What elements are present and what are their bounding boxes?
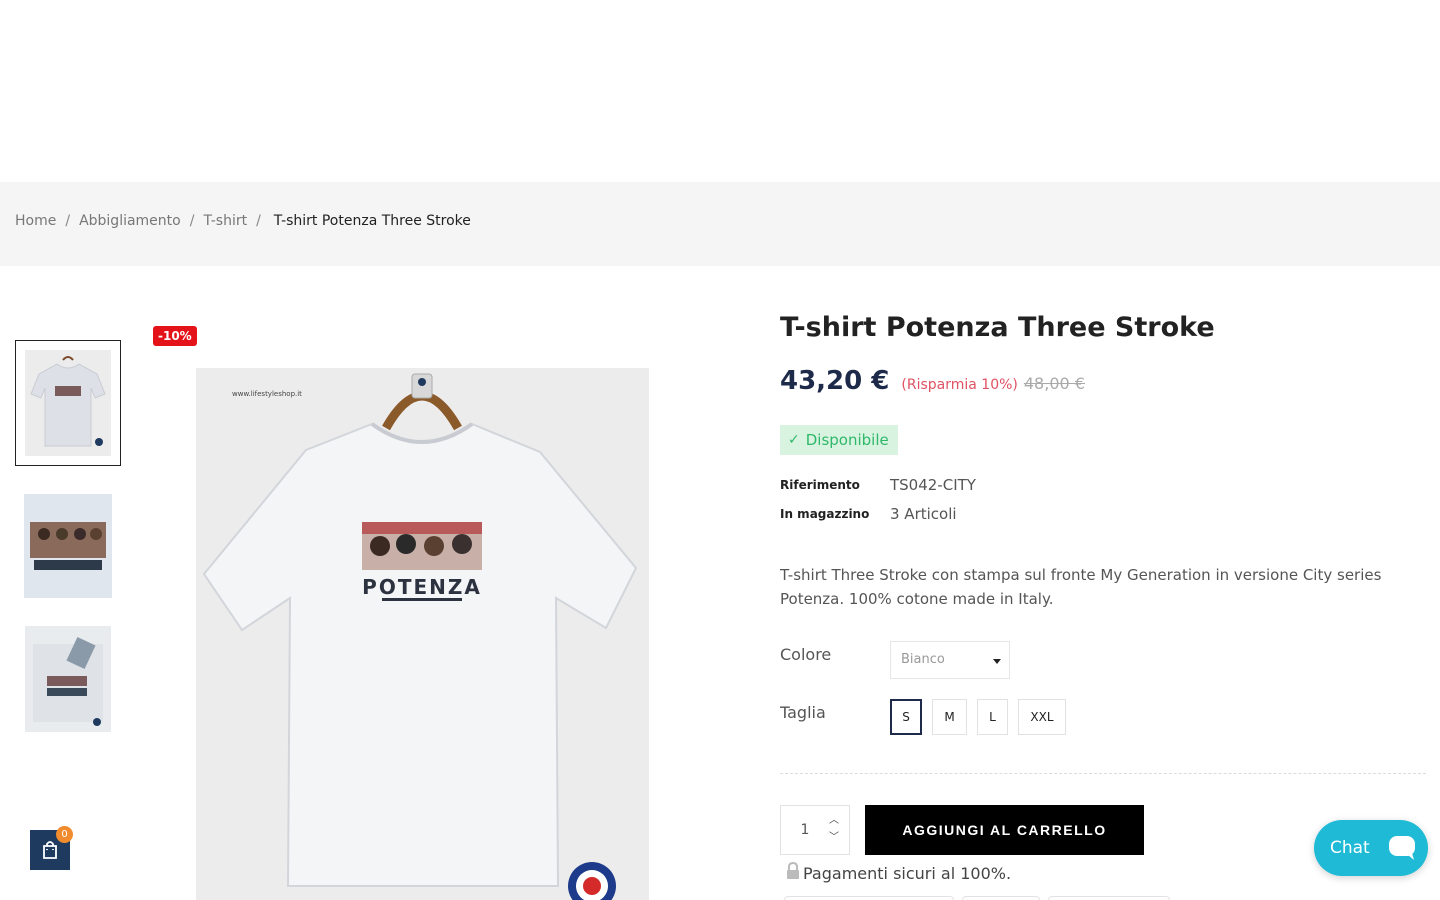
quantity-input[interactable]: [781, 806, 829, 854]
size-label: Taglia: [780, 703, 826, 722]
breadcrumb-current: T-shirt Potenza Three Stroke: [273, 213, 471, 229]
current-price: 43,20 €: [780, 366, 890, 396]
shopping-bag-icon: [43, 841, 57, 859]
section-divider: [780, 773, 1426, 774]
product-description: T-shirt Three Stroke con stampa sul fron…: [780, 566, 1382, 608]
caret-down-icon: [993, 659, 1001, 664]
thumbnail-print-image: [24, 494, 112, 598]
cart-count-badge: 0: [56, 826, 73, 843]
breadcrumb-home[interactable]: Home: [15, 213, 56, 229]
thumbnail-tag-image: [25, 626, 111, 732]
breadcrumb: Home / Abbigliamento / T-shirt / T-shirt…: [15, 213, 471, 229]
product-title: T-shirt Potenza Three Stroke: [780, 312, 1215, 343]
payment-option-hint: [962, 896, 1040, 900]
breadcrumb-separator: /: [256, 213, 261, 229]
savings-label: (Risparmia 10%): [901, 377, 1018, 393]
availability-badge: ✓ Disponibile: [780, 425, 898, 455]
lock-icon: [785, 861, 801, 884]
original-price: 48,00 €: [1023, 374, 1085, 393]
reference-label: Riferimento: [780, 478, 860, 492]
thumbnail-print-detail[interactable]: [15, 483, 121, 609]
payment-option-hint: [1048, 896, 1170, 900]
color-label: Colore: [780, 645, 832, 664]
image-watermark: www.lifestyleshop.it: [232, 390, 302, 398]
size-option-xxl[interactable]: XXL: [1018, 699, 1066, 735]
stock-label: In magazzino: [780, 507, 870, 521]
breadcrumb-abbigliamento[interactable]: Abbigliamento: [79, 213, 181, 229]
breadcrumb-separator: /: [65, 213, 71, 229]
thumbnail-tag-detail[interactable]: [15, 616, 121, 742]
size-option-s[interactable]: S: [890, 699, 922, 735]
payment-option-hint: [784, 896, 954, 900]
stock-row: In magazzino 3 Articoli: [780, 505, 957, 523]
discount-badge: -10%: [153, 326, 197, 346]
chat-button[interactable]: Chat: [1314, 820, 1428, 876]
header-area: [0, 0, 1440, 182]
add-to-cart-button[interactable]: AGGIUNGI AL CARRELLO: [865, 805, 1144, 855]
reference-value: TS042-CITY: [890, 476, 976, 494]
stock-value: 3 Articoli: [890, 505, 957, 523]
secure-payment-text: Pagamenti sicuri al 100%.: [803, 863, 1012, 883]
chat-label: Chat: [1330, 838, 1370, 858]
tshirt-illustration: www.lifestyleshop.it POTENZA: [196, 368, 649, 900]
color-select-value: Bianco: [901, 652, 945, 667]
chevron-up-icon[interactable]: ︿: [827, 814, 841, 828]
breadcrumb-tshirt[interactable]: T-shirt: [203, 213, 247, 229]
size-option-l[interactable]: L: [977, 699, 1008, 735]
main-product-image[interactable]: www.lifestyleshop.it POTENZA: [196, 368, 649, 900]
print-text: POTENZA: [362, 575, 482, 599]
secure-payment-note: Pagamenti sicuri al 100%.: [785, 861, 1012, 884]
breadcrumb-separator: /: [189, 213, 195, 229]
color-select[interactable]: Bianco: [890, 641, 1010, 679]
reference-row: Riferimento TS042-CITY: [780, 476, 976, 494]
availability-label: Disponibile: [805, 431, 889, 449]
chevron-down-icon[interactable]: ﹀: [827, 831, 841, 845]
check-icon: ✓: [788, 432, 800, 448]
price-row: 43,20 € (Risparmia 10%) 48,00 €: [780, 366, 1085, 396]
size-option-m[interactable]: M: [932, 699, 967, 735]
thumbnail-front[interactable]: [15, 340, 121, 466]
quantity-stepper: ︿ ﹀: [780, 805, 850, 855]
thumbnail-front-image: [25, 350, 111, 456]
chat-bubble-icon: [1389, 836, 1415, 860]
